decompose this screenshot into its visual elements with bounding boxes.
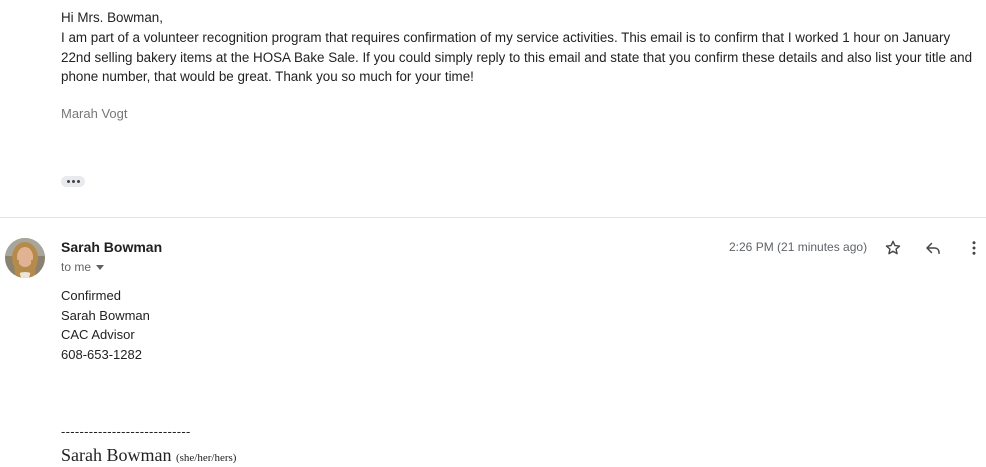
avatar-image xyxy=(5,238,45,278)
star-icon xyxy=(885,240,901,255)
reply-line: Sarah Bowman xyxy=(61,307,150,323)
signature-pronouns: (she/her/hers) xyxy=(175,452,237,464)
reply-button[interactable] xyxy=(921,236,945,260)
previous-message-text: I am part of a volunteer recognition pro… xyxy=(61,29,973,85)
signature-block: Sarah Bowman (she/her/hers) xyxy=(61,445,236,466)
sender-avatar[interactable] xyxy=(5,238,45,278)
more-options-button[interactable] xyxy=(962,236,986,260)
previous-message-body: Hi Mrs. Bowman, I am part of a volunteer… xyxy=(61,8,973,87)
sender-name[interactable]: Sarah Bowman xyxy=(61,239,162,255)
caret-down-icon xyxy=(96,265,105,270)
previous-message-signature: Marah Vogt xyxy=(61,106,128,121)
email-thread: Hi Mrs. Bowman, I am part of a volunteer… xyxy=(0,0,986,467)
show-trimmed-content-button[interactable] xyxy=(61,176,85,187)
to-label: to me xyxy=(61,260,92,274)
reply-line: Confirmed xyxy=(61,288,121,303)
reply-message-body: Confirmed Sarah Bowman CAC Advisor 608-6… xyxy=(61,286,150,365)
signature-separator: ---------------------------- xyxy=(61,424,191,439)
reply-line: CAC Advisor xyxy=(61,327,135,343)
recipients-details-toggle[interactable]: to me xyxy=(61,260,105,274)
more-vert-icon xyxy=(972,241,976,255)
ellipsis-dot xyxy=(76,180,80,183)
previous-message-greeting: Hi Mrs. Bowman, xyxy=(61,10,163,25)
ellipsis-icon xyxy=(66,180,70,183)
star-button[interactable] xyxy=(881,236,905,260)
message-divider xyxy=(0,217,986,218)
ellipsis-dot xyxy=(71,180,75,183)
message-timestamp: 2:26 PM (21 minutes ago) xyxy=(729,240,868,254)
signature-name: Sarah Bowman xyxy=(61,445,172,465)
reply-line: 608-653-1282 xyxy=(61,347,142,363)
reply-icon xyxy=(926,242,940,254)
